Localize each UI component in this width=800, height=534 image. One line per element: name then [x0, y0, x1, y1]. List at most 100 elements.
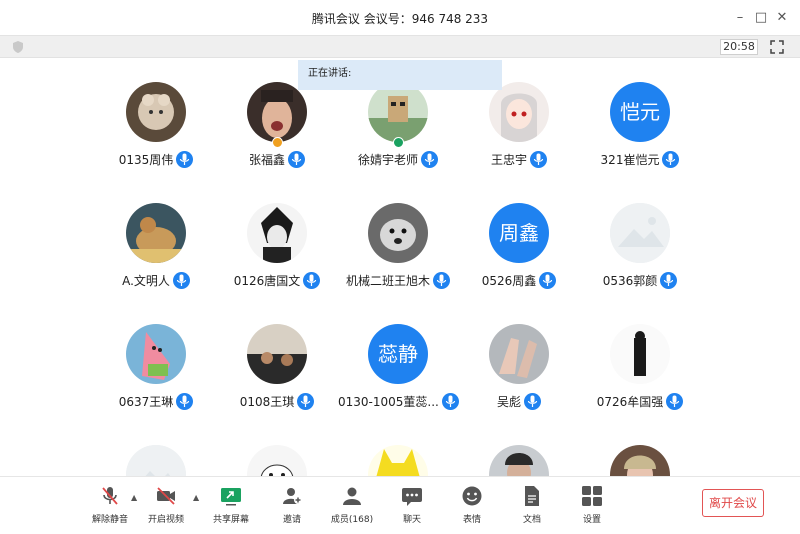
participant-name: 0108王琪 [239, 395, 295, 409]
avatar [126, 82, 186, 142]
members-button[interactable]: 成员(168) [324, 485, 380, 531]
shield-icon[interactable] [12, 40, 24, 54]
participant-tile[interactable] [459, 445, 579, 476]
participant-name: 0526周鑫 [481, 274, 537, 288]
avatar: 周鑫 [489, 203, 549, 263]
participant-name: 321崔恺元 [600, 153, 660, 167]
image-placeholder-icon [610, 203, 670, 263]
mic-icon [421, 151, 438, 168]
video-gallery: 正在讲话: 0135周伟 张福鑫 徐婧宇老师 王忠宇 恺元 321崔恺元 A.文… [0, 58, 800, 476]
emoji-button[interactable]: 表情 [444, 485, 500, 531]
participant-tile[interactable]: 0637王琳 [96, 324, 216, 434]
participant-tile[interactable]: 机械二班王旭木 [338, 203, 458, 313]
avatar [247, 82, 307, 142]
participant-name: 张福鑫 [248, 153, 285, 167]
participant-name: 吴彪 [496, 395, 521, 409]
share-screen-button[interactable]: 共享屏幕 [203, 485, 259, 531]
participant-tile[interactable] [217, 445, 337, 476]
add-user-icon [283, 488, 302, 504]
participant-name: 机械二班王旭木 [345, 274, 430, 288]
avatar [247, 324, 307, 384]
avatar [489, 445, 549, 476]
participant-tile[interactable]: 徐婧宇老师 [338, 82, 458, 192]
mic-icon [176, 151, 194, 168]
avatar [368, 203, 428, 263]
settings-label: 设置 [582, 515, 601, 525]
participant-tile[interactable]: 王忠宇 [459, 82, 579, 192]
mic-icon [303, 272, 321, 289]
mic-icon [539, 272, 557, 289]
participant-name: 0536郭颜 [602, 274, 658, 288]
members-label: 成员(168) [330, 515, 374, 525]
mic-icon [172, 272, 190, 289]
participant-tile[interactable]: 周鑫 0526周鑫 [459, 203, 579, 313]
emoji-label: 表情 [462, 515, 481, 525]
leave-meeting-button[interactable]: 离开会议 [702, 489, 764, 517]
participant-tile[interactable] [580, 445, 700, 476]
mic-icon [666, 393, 684, 410]
participant-tile[interactable]: 0108王琪 [217, 324, 337, 434]
avatar [610, 445, 670, 476]
unmute-button[interactable]: 解除静音 [82, 485, 138, 531]
participant-tile[interactable] [338, 445, 458, 476]
participant-tile[interactable] [96, 445, 216, 476]
avatar [126, 324, 186, 384]
avatar: 恺元 [610, 82, 670, 142]
avatar [368, 445, 428, 476]
participant-tile[interactable]: A.文明人 [96, 203, 216, 313]
minimize-button[interactable]: – [730, 8, 750, 28]
grid-settings-icon [582, 486, 602, 506]
participant-name: 0135周伟 [118, 153, 174, 167]
share-screen-label: 共享屏幕 [212, 515, 249, 525]
invite-button[interactable]: 邀请 [264, 485, 320, 531]
document-icon [525, 486, 539, 506]
chevron-up-icon[interactable]: ▲ [193, 493, 203, 503]
avatar: 蕊静 [368, 324, 428, 384]
docs-button[interactable]: 文档 [504, 485, 560, 531]
participant-tile[interactable]: 恺元 321崔恺元 [580, 82, 700, 192]
fullscreen-icon[interactable] [770, 40, 784, 54]
mic-icon [662, 151, 680, 168]
speaking-indicator: 正在讲话: [298, 60, 502, 90]
window-title: 腾讯会议 会议号：946 748 233 [311, 12, 489, 26]
camera-off-icon [157, 487, 175, 505]
avatar [610, 324, 670, 384]
participant-tile[interactable]: 0536郭颜 [580, 203, 700, 313]
docs-label: 文档 [522, 515, 541, 525]
chat-icon [402, 488, 422, 506]
avatar [489, 82, 549, 142]
settings-button[interactable]: 设置 [564, 485, 620, 531]
start-video-button[interactable]: 开启视频 [138, 485, 194, 531]
invite-label: 邀请 [282, 515, 301, 525]
participant-name: 王忠宇 [490, 153, 527, 167]
chat-button[interactable]: 聊天 [384, 485, 440, 531]
participant-tile[interactable]: 张福鑫 [217, 82, 337, 192]
mic-icon [433, 272, 450, 289]
maximize-button[interactable]: □ [751, 8, 771, 28]
close-button[interactable]: ✕ [772, 8, 792, 28]
members-icon [343, 487, 361, 505]
participant-tile[interactable]: 0135周伟 [96, 82, 216, 192]
mic-icon [441, 393, 459, 410]
host-badge-icon [272, 137, 283, 148]
participant-tile[interactable]: 0726牟国强 [580, 324, 700, 434]
participant-tile[interactable]: 蕊静 0130-1005董蕊... [338, 324, 459, 434]
participant-name: 徐婧宇老师 [357, 153, 418, 167]
participant-tile[interactable]: 吴彪 [459, 324, 579, 434]
avatar [247, 445, 307, 476]
participant-name: 0126唐国文 [233, 274, 301, 288]
meeting-clock: 20:58 [720, 39, 758, 55]
participant-name: 0130-1005董蕊... [338, 395, 439, 409]
participant-name: 0637王琳 [118, 395, 174, 409]
mic-icon [288, 151, 305, 168]
participant-tile[interactable]: 0126唐国文 [217, 203, 337, 313]
title-bar: 腾讯会议 会议号：946 748 233 – □ ✕ [0, 0, 800, 36]
avatar [126, 203, 186, 263]
avatar [247, 203, 307, 263]
participant-name: 0726牟国强 [596, 395, 664, 409]
share-screen-icon [221, 488, 241, 506]
start-video-label: 开启视频 [147, 515, 184, 525]
mic-icon [530, 151, 547, 168]
mic-icon [660, 272, 678, 289]
chat-label: 聊天 [402, 515, 421, 525]
